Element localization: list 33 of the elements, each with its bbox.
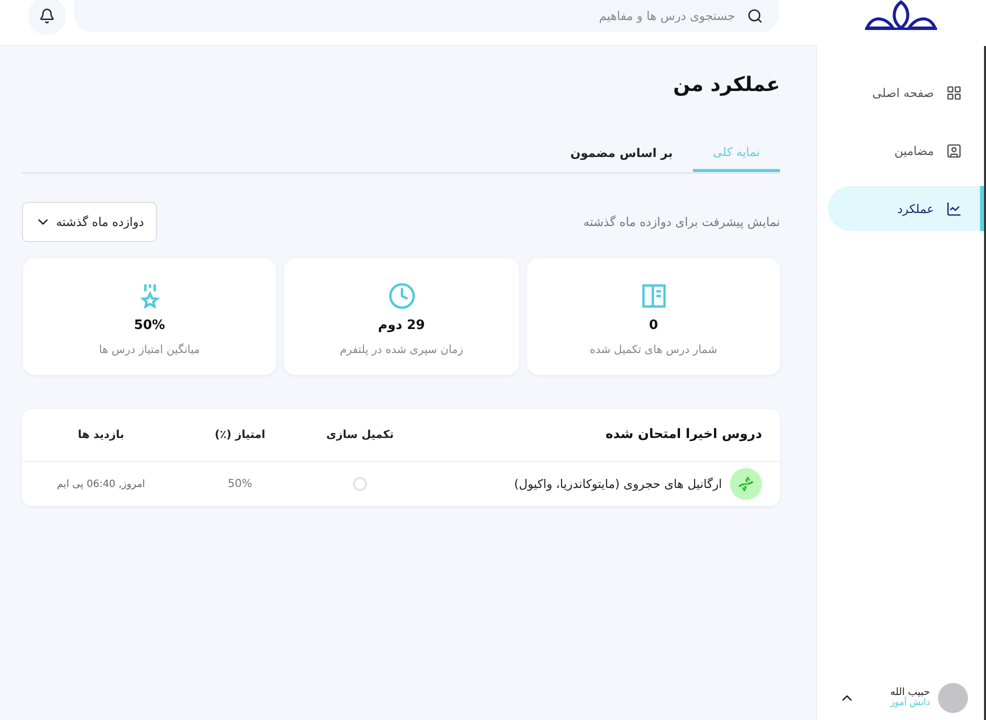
user-name: حبیب الله [890, 686, 930, 698]
clock-icon [388, 282, 416, 310]
search-field[interactable]: جستجوی درس ها و مفاهیم [74, 0, 779, 32]
bell-icon [39, 8, 55, 24]
range-select[interactable]: دوازده ماه گذشته [22, 202, 157, 242]
range-note: نمایش پیشرفت برای دوازده ماه گذشته [583, 214, 780, 231]
user-card-icon [946, 142, 962, 158]
column-header: بازدید ها [76, 426, 126, 443]
score-cell-text: 50% [226, 476, 254, 492]
sidebar-item[interactable]: مضامین [828, 128, 984, 173]
stat-value: 29 دوم [378, 317, 425, 335]
lesson-name: ارگانیل های حجروی (مایتوکاندریا، واکیول) [514, 476, 722, 493]
sidebar-item[interactable]: عملکرد [828, 186, 984, 231]
stat-label: زمان سپری شده در پلتفرم [340, 342, 464, 358]
visited-cell-text: امروز, 06:40 پی ایم [56, 478, 146, 492]
tab[interactable]: بر اساس مضمون [550, 134, 693, 172]
column-header: امتیاز (٪) [214, 426, 266, 443]
avatar [938, 682, 968, 712]
stat-label: شمار درس های تکمیل شده [590, 342, 718, 358]
grid-icon [946, 84, 962, 100]
chart-icon [946, 200, 962, 216]
table-title: دروس اخیرا امتحان شده [604, 426, 763, 444]
dna-icon [738, 476, 754, 492]
notification-button[interactable] [28, 0, 66, 34]
stat-label: میانگین امتیاز درس ها [99, 342, 200, 358]
stat-value: 50% [134, 317, 166, 335]
search-icon [747, 8, 763, 24]
page-title: عملکرد من [672, 71, 780, 98]
book-icon [640, 282, 668, 310]
sidebar-item[interactable]: صفحه اصلی [828, 70, 984, 115]
user-role: دانش آموز [890, 698, 930, 708]
column-header: تکمیل سازی [325, 426, 395, 443]
stat-value: 0 [648, 317, 658, 335]
